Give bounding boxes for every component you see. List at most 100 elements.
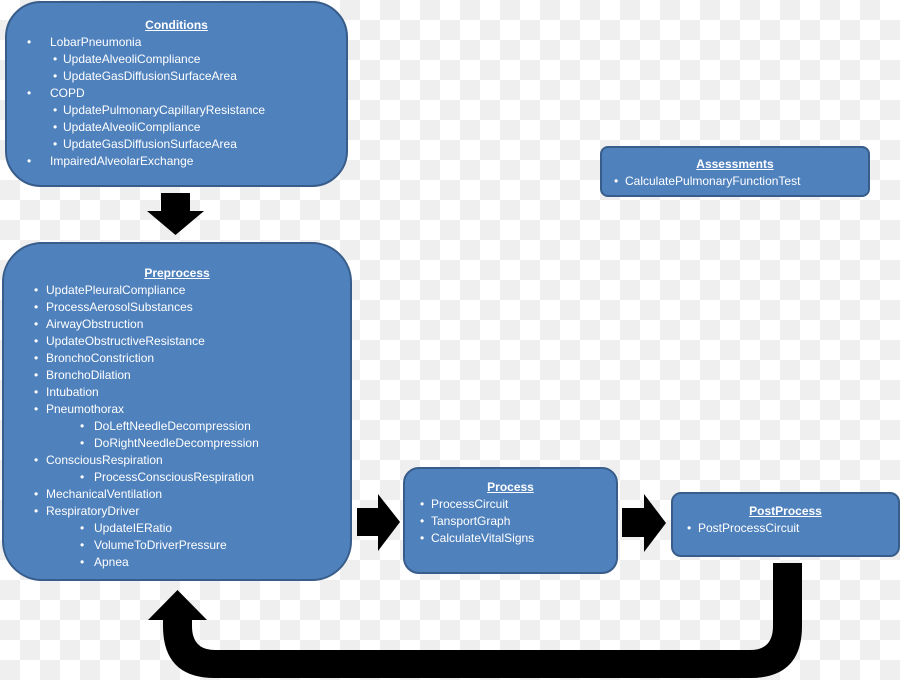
- list-item: • DoLeftNeedleDecompression: [4, 418, 350, 435]
- list-item-label: Pneumothorax: [46, 402, 125, 416]
- list-item-label: ConsciousRespiration: [46, 453, 163, 467]
- list-item-label: CalculateVitalSigns: [431, 531, 535, 545]
- bullet-icon: •: [27, 86, 32, 100]
- list-item: • RespiratoryDriver: [4, 503, 350, 520]
- bullet-icon: •: [53, 69, 58, 83]
- list-item: • CalculateVitalSigns: [405, 530, 616, 547]
- list-item-label: TansportGraph: [431, 514, 511, 528]
- bullet-icon: •: [34, 487, 39, 501]
- bullet-icon: •: [80, 470, 85, 484]
- bullet-icon: •: [53, 52, 58, 66]
- bullet-icon: •: [34, 453, 39, 467]
- bullet-icon: •: [80, 521, 85, 535]
- list-item-label: UpdateAlveoliCompliance: [63, 52, 201, 66]
- list-item: • Intubation: [4, 384, 350, 401]
- list-item: • ConsciousRespiration: [4, 452, 350, 469]
- assessments-title: Assessments: [696, 157, 774, 171]
- list-item: • PostProcessCircuit: [673, 520, 898, 537]
- list-item: • MechanicalVentilation: [4, 486, 350, 503]
- bullet-icon: •: [34, 317, 39, 331]
- bullet-icon: •: [34, 351, 39, 365]
- conditions-box: Conditions • LobarPneumonia • UpdateAlveoli…: [5, 1, 348, 187]
- postprocess-box: PostProcess • PostProcessCircuit: [671, 492, 900, 557]
- list-item: • VolumeToDriverPressure: [4, 537, 350, 554]
- list-item-label: Apnea: [94, 555, 129, 569]
- list-item-label: UpdateAlveoliCompliance: [63, 120, 201, 134]
- bullet-icon: •: [34, 334, 39, 348]
- assessments-box: Assessments • CalculatePulmonaryFunctionT…: [600, 146, 870, 197]
- list-item-label: UpdateGasDiffusionSurfaceArea: [63, 69, 237, 83]
- bullet-icon: •: [420, 497, 425, 511]
- list-item: • Pneumothorax: [4, 401, 350, 418]
- bullet-icon: •: [27, 35, 32, 49]
- list-item-label: DoRightNeedleDecompression: [94, 436, 259, 450]
- list-item: • UpdateIERatio: [4, 520, 350, 537]
- list-item-label: BronchoDilation: [46, 368, 131, 382]
- bullet-icon: •: [34, 385, 39, 399]
- bullet-icon: •: [80, 419, 85, 433]
- list-item: • ProcessAerosolSubstances: [4, 299, 350, 316]
- list-item-label: ImpairedAlveolarExchange: [50, 154, 194, 168]
- list-item-label: ProcessConsciousRespiration: [94, 470, 255, 484]
- list-item-label: UpdateObstructiveResistance: [46, 334, 205, 348]
- bullet-icon: •: [614, 174, 619, 188]
- list-item-label: AirwayObstruction: [46, 317, 144, 331]
- list-item: • ImpairedAlveolarExchange: [7, 153, 346, 170]
- bullet-icon: •: [80, 538, 85, 552]
- list-item-label: COPD: [50, 86, 85, 100]
- list-item: • BronchoDilation: [4, 367, 350, 384]
- arrow-conditions-to-preprocess: [147, 193, 204, 235]
- arrow-process-to-postprocess: [622, 494, 666, 552]
- bullet-icon: •: [27, 154, 32, 168]
- bullet-icon: •: [34, 283, 39, 297]
- list-item-label: BronchoConstriction: [46, 351, 155, 365]
- arrow-preprocess-to-process: [357, 494, 400, 551]
- list-item: • AirwayObstruction: [4, 316, 350, 333]
- bullet-icon: •: [53, 120, 58, 134]
- list-item-label: DoLeftNeedleDecompression: [94, 419, 251, 433]
- list-item: • UpdateAlveoliCompliance: [7, 119, 346, 136]
- bullet-icon: •: [80, 436, 85, 450]
- bullet-icon: •: [34, 300, 39, 314]
- bullet-icon: •: [34, 402, 39, 416]
- bullet-icon: •: [420, 514, 425, 528]
- postprocess-title: PostProcess: [749, 504, 822, 518]
- list-item: • DoRightNeedleDecompression: [4, 435, 350, 452]
- process-title: Process: [487, 480, 534, 494]
- list-item: • TansportGraph: [405, 513, 616, 530]
- bullet-icon: •: [53, 137, 58, 151]
- list-item: • UpdatePleuralCompliance: [4, 282, 350, 299]
- list-item-label: MechanicalVentilation: [46, 487, 163, 501]
- bullet-icon: •: [34, 504, 39, 518]
- list-item-label: ProcessAerosolSubstances: [46, 300, 193, 314]
- list-item: • UpdateGasDiffusionSurfaceArea: [7, 136, 346, 153]
- list-item: • BronchoConstriction: [4, 350, 350, 367]
- list-item-label: UpdatePleuralCompliance: [46, 283, 186, 297]
- list-item: • ProcessCircuit: [405, 496, 616, 513]
- conditions-title: Conditions: [145, 18, 208, 32]
- bullet-icon: •: [34, 368, 39, 382]
- preprocess-title: Preprocess: [144, 266, 210, 280]
- list-item-label: ProcessCircuit: [431, 497, 509, 511]
- list-item-label: RespiratoryDriver: [46, 504, 140, 518]
- list-item: • Apnea: [4, 554, 350, 571]
- bullet-icon: •: [687, 521, 692, 535]
- list-item: • COPD: [7, 85, 346, 102]
- list-item: • CalculatePulmonaryFunctionTest: [602, 173, 868, 190]
- list-item-label: UpdateGasDiffusionSurfaceArea: [63, 137, 237, 151]
- list-item: • LobarPneumonia: [7, 34, 346, 51]
- list-item-label: VolumeToDriverPressure: [94, 538, 227, 552]
- list-item-label: Intubation: [46, 385, 99, 399]
- bullet-icon: •: [80, 555, 85, 569]
- bullet-icon: •: [420, 531, 425, 545]
- preprocess-box: Preprocess • UpdatePleuralCompliance • Proc…: [2, 242, 352, 581]
- list-item: • UpdateObstructiveResistance: [4, 333, 350, 350]
- list-item: • UpdateAlveoliCompliance: [7, 51, 346, 68]
- list-item-label: PostProcessCircuit: [698, 521, 800, 535]
- process-box: Process • ProcessCircuit • TansportGraph • Ca…: [403, 467, 618, 574]
- list-item-label: LobarPneumonia: [50, 35, 142, 49]
- list-item: • ProcessConsciousRespiration: [4, 469, 350, 486]
- list-item: • UpdatePulmonaryCapillaryResistance: [7, 102, 346, 119]
- list-item-label: UpdatePulmonaryCapillaryResistance: [63, 103, 266, 117]
- list-item-label: UpdateIERatio: [94, 521, 173, 535]
